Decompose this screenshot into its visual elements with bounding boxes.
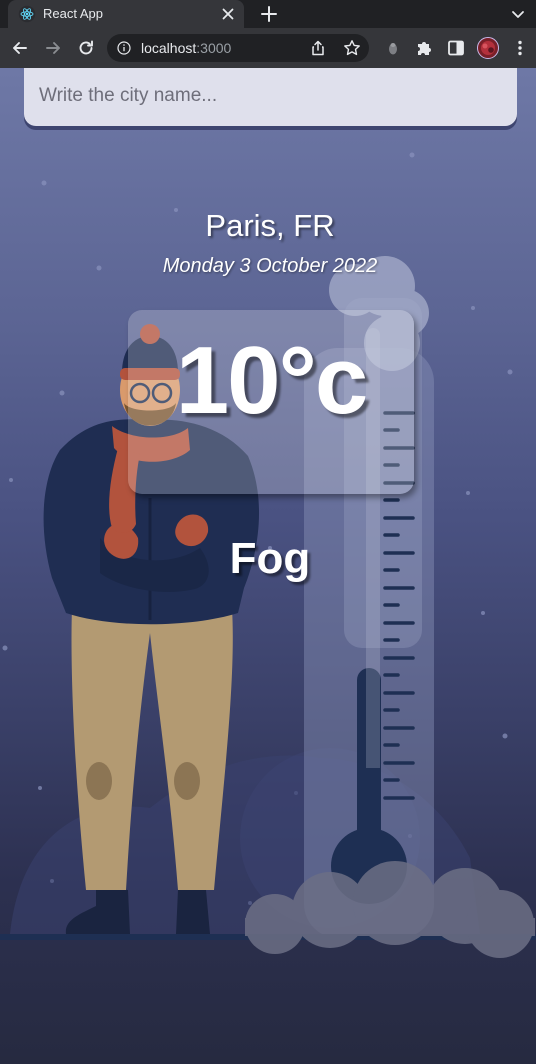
browser-toolbar: localhost:3000 <box>0 28 536 68</box>
side-panel-icon <box>448 40 464 56</box>
city-search-input[interactable] <box>24 68 517 126</box>
close-tab-button[interactable] <box>218 4 238 24</box>
info-icon[interactable] <box>117 41 131 55</box>
extension-icon <box>389 43 397 55</box>
forward-button[interactable] <box>43 38 63 58</box>
new-tab-button[interactable] <box>258 3 280 25</box>
extensions-button[interactable] <box>414 38 434 58</box>
tab-title: React App <box>43 6 103 21</box>
extension-button[interactable] <box>383 38 403 58</box>
temperature-value: 10°c <box>175 327 369 434</box>
temperature-card: 10°c <box>128 310 414 494</box>
side-panel-button[interactable] <box>446 38 466 58</box>
arrow-left-icon <box>13 42 27 54</box>
close-icon <box>222 8 234 20</box>
avatar <box>477 37 499 59</box>
browser-window: React App localhost:3000 Write the city … <box>0 0 536 1064</box>
react-icon <box>18 5 36 23</box>
weather-page: Paris, FR Monday 3 October 2022 10°c Fog <box>0 68 536 1064</box>
weather-condition: Fog <box>229 534 311 583</box>
share-icon[interactable] <box>310 40 326 56</box>
kebab-menu-icon <box>518 40 522 56</box>
reload-button[interactable] <box>76 38 96 58</box>
url-text[interactable]: localhost:3000 <box>141 40 231 56</box>
back-button[interactable] <box>10 38 30 58</box>
tab-strip: React App <box>0 0 536 28</box>
date-text: Monday 3 October 2022 <box>162 255 378 277</box>
reload-icon <box>79 40 93 55</box>
menu-button[interactable] <box>510 38 530 58</box>
location-heading: Paris, FR <box>205 208 335 243</box>
profile-button[interactable] <box>477 37 499 59</box>
arrow-right-icon <box>46 42 60 54</box>
chevron-down-icon <box>512 11 524 18</box>
tab-react-app[interactable]: React App <box>8 0 244 28</box>
star-icon[interactable] <box>343 39 361 57</box>
plus-icon <box>261 6 277 22</box>
puzzle-icon <box>418 42 431 55</box>
url-host: localhost <box>141 40 197 56</box>
url-port: :3000 <box>196 40 232 56</box>
city-search-bar <box>24 68 517 126</box>
tab-search-button[interactable] <box>508 4 528 24</box>
address-bar[interactable]: localhost:3000 <box>107 34 369 62</box>
